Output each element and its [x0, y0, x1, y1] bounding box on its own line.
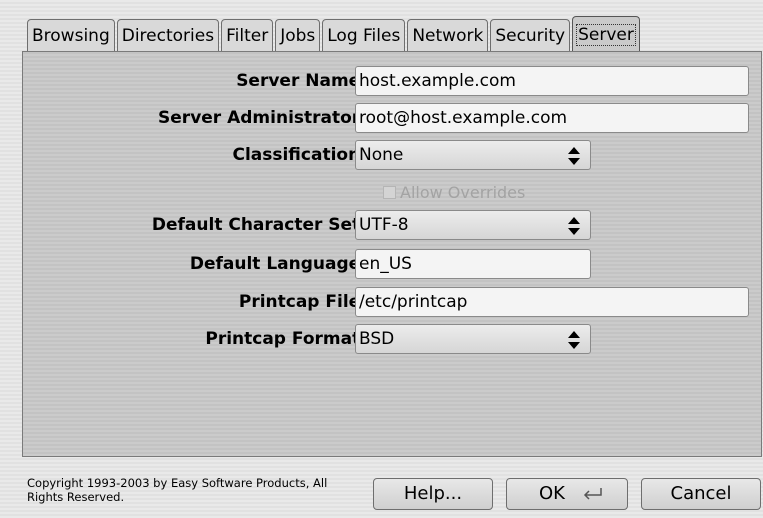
server-settings-panel: Server Name: host.example.com Server Adm… — [22, 51, 762, 457]
server-name-row: Server Name: host.example.com — [23, 66, 761, 96]
default-language-label: Default Language: — [189, 254, 367, 274]
default-language-input[interactable]: en_US — [355, 249, 591, 279]
default-charset-label: Default Character Set: — [151, 215, 367, 235]
tab-log-files[interactable]: Log Files — [322, 19, 406, 51]
printcap-format-row: Printcap Format: BSD — [23, 324, 761, 354]
allow-overrides-label: Allow Overrides — [400, 183, 526, 202]
printcap-format-label: Printcap Format: — [205, 329, 367, 349]
help-button-label: Help... — [403, 483, 463, 504]
cancel-button[interactable]: Cancel — [641, 478, 761, 510]
tab-label: Security — [495, 26, 566, 46]
default-charset-value: UTF-8 — [359, 215, 409, 235]
tab-label: Browsing — [32, 26, 110, 46]
tab-directories[interactable]: Directories — [116, 19, 220, 51]
classification-select[interactable]: None — [355, 140, 591, 170]
default-language-row: Default Language: en_US — [23, 249, 761, 279]
classification-row: Classification: None — [23, 140, 761, 170]
updown-arrows-icon — [568, 217, 580, 235]
tab-filter[interactable]: Filter — [221, 19, 274, 51]
printcap-format-select[interactable]: BSD — [355, 324, 591, 354]
updown-arrows-icon — [568, 147, 580, 165]
tab-network[interactable]: Network — [407, 19, 489, 51]
tab-bar: Browsing Directories Filter Jobs Log Fil… — [27, 16, 642, 52]
ok-button-label: OK — [539, 483, 565, 504]
tab-label: Network — [412, 26, 484, 46]
ok-button[interactable]: OK — [506, 478, 628, 510]
classification-value: None — [359, 145, 404, 165]
tab-label: Log Files — [327, 26, 401, 46]
default-charset-select[interactable]: UTF-8 — [355, 210, 591, 240]
server-admin-row: Server Administrator: root@host.example.… — [23, 103, 761, 133]
tab-label: Jobs — [280, 26, 316, 46]
printcap-file-row: Printcap File: /etc/printcap — [23, 287, 761, 317]
tab-label: Directories — [121, 26, 215, 46]
tab-browsing[interactable]: Browsing — [27, 19, 115, 51]
default-charset-row: Default Character Set: UTF-8 — [23, 210, 761, 240]
cancel-button-label: Cancel — [670, 483, 732, 504]
server-admin-input[interactable]: root@host.example.com — [355, 103, 749, 133]
tab-server[interactable]: Server — [572, 16, 640, 52]
tab-security[interactable]: Security — [490, 19, 571, 51]
tab-label: Server — [576, 24, 636, 46]
printcap-format-value: BSD — [359, 329, 395, 349]
help-button[interactable]: Help... — [373, 478, 493, 510]
updown-arrows-icon — [568, 331, 580, 349]
allow-overrides-checkbox[interactable]: Allow Overrides — [383, 182, 525, 204]
server-admin-label: Server Administrator: — [158, 108, 367, 128]
server-name-label: Server Name: — [236, 71, 367, 91]
tab-label: Filter — [226, 26, 269, 46]
server-name-input[interactable]: host.example.com — [355, 66, 749, 96]
enter-key-icon — [583, 488, 602, 500]
checkbox-box — [383, 186, 396, 199]
printcap-file-input[interactable]: /etc/printcap — [355, 287, 749, 317]
classification-label: Classification: — [232, 145, 367, 165]
printcap-file-label: Printcap File: — [238, 292, 367, 312]
copyright-text: Copyright 1993-2003 by Easy Software Pro… — [27, 476, 328, 504]
tab-jobs[interactable]: Jobs — [275, 19, 321, 51]
